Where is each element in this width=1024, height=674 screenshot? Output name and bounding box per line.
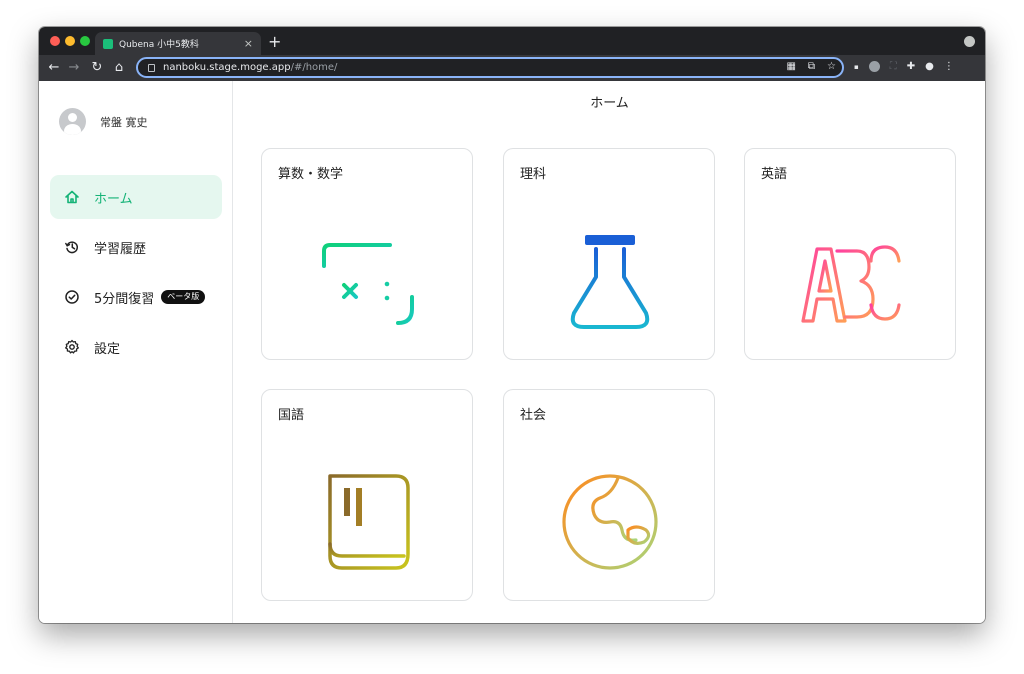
address-bar[interactable]: nanboku.stage.moge.app /#/home/ ▦ ⧉ ☆ — [136, 57, 844, 78]
qr-code-icon[interactable]: ▦ — [786, 61, 795, 72]
reload-icon[interactable]: ↻ — [88, 59, 106, 77]
maximize-window-button[interactable] — [80, 36, 90, 46]
home-browser-icon[interactable]: ⌂ — [110, 59, 128, 77]
subject-card-title: 算数・数学 — [278, 167, 344, 182]
subject-card-title: 社会 — [520, 408, 547, 423]
sidebar: 常盤 寛史 ホーム 学習履歴 5分間復習 ベータ版 設定 — [39, 81, 233, 623]
gear-icon — [64, 339, 80, 355]
extension-icon-1[interactable]: ▪ — [854, 63, 859, 71]
close-window-button[interactable] — [50, 36, 60, 46]
user-profile[interactable]: 常盤 寛史 — [59, 108, 148, 135]
puzzle-extensions-icon[interactable]: ✚ — [907, 61, 915, 72]
globe-icon — [562, 474, 658, 570]
title-bar: Qubena 小中5教科 × + — [39, 27, 985, 55]
history-icon — [64, 239, 80, 255]
subject-card-title: 英語 — [761, 167, 788, 182]
sidebar-item-settings[interactable]: 設定 — [50, 325, 222, 369]
sidebar-item-review[interactable]: 5分間復習 ベータ版 — [50, 275, 222, 319]
browser-menu-icon[interactable]: ⋮ — [944, 61, 954, 72]
check-circle-icon — [64, 289, 80, 305]
new-tab-button[interactable]: + — [268, 32, 281, 52]
subject-card-english[interactable]: 英語 — [744, 148, 956, 360]
tab-search-icon[interactable] — [964, 36, 975, 47]
profile-icon[interactable]: ● — [925, 61, 934, 72]
browser-tab[interactable]: Qubena 小中5教科 × — [95, 32, 261, 55]
subject-card-math[interactable]: 算数・数学 — [261, 148, 473, 360]
url-path: /#/home/ — [290, 62, 338, 73]
sidebar-item-history[interactable]: 学習履歴 — [50, 225, 222, 269]
subject-card-social[interactable]: 社会 — [503, 389, 715, 601]
page-title: ホーム — [590, 96, 629, 111]
subject-card-japanese[interactable]: 国語 — [261, 389, 473, 601]
extension-icon-2[interactable] — [868, 61, 880, 72]
sidebar-item-label: 学習履歴 — [94, 241, 147, 257]
home-icon — [64, 189, 80, 205]
qubena-favicon-icon — [103, 38, 113, 49]
sidebar-item-label: 5分間復習 — [94, 291, 155, 307]
tab-title: Qubena 小中5教科 — [119, 40, 199, 50]
beta-badge: ベータ版 — [161, 290, 206, 304]
url-host: nanboku.stage.moge.app — [163, 62, 291, 73]
tab-close-icon[interactable]: × — [244, 37, 253, 50]
abc-icon — [801, 245, 901, 323]
main-content: ホーム 算数・数学 理科 英語 国語 社会 — [234, 81, 985, 623]
avatar — [59, 108, 86, 135]
book-icon — [328, 474, 410, 570]
sidebar-item-home[interactable]: ホーム — [50, 175, 222, 219]
browser-window: Qubena 小中5教科 × + ← → ↻ ⌂ nanboku.stage.m… — [39, 27, 985, 623]
lock-icon — [148, 63, 155, 72]
subject-card-science[interactable]: 理科 — [503, 148, 715, 360]
minimize-window-button[interactable] — [65, 36, 75, 46]
back-arrow-icon[interactable]: ← — [45, 59, 63, 77]
translate-icon[interactable]: ⧉ — [808, 61, 815, 72]
browser-toolbar: ← → ↻ ⌂ nanboku.stage.moge.app /#/home/ … — [39, 55, 985, 81]
bookmark-star-icon[interactable]: ☆ — [827, 61, 836, 72]
forward-arrow-icon[interactable]: → — [65, 59, 83, 77]
user-name: 常盤 寛史 — [100, 115, 148, 129]
subject-card-title: 国語 — [278, 408, 305, 423]
sidebar-item-label: 設定 — [94, 341, 121, 357]
flask-icon — [570, 235, 650, 329]
sidebar-item-label: ホーム — [94, 191, 133, 207]
app-page: 常盤 寛史 ホーム 学習履歴 5分間復習 ベータ版 設定 ホーム 算数・数学 理… — [39, 81, 985, 623]
extension-icon-3[interactable]: ⛶ — [890, 61, 897, 72]
subject-card-title: 理科 — [520, 167, 547, 182]
math-icon — [318, 243, 418, 325]
